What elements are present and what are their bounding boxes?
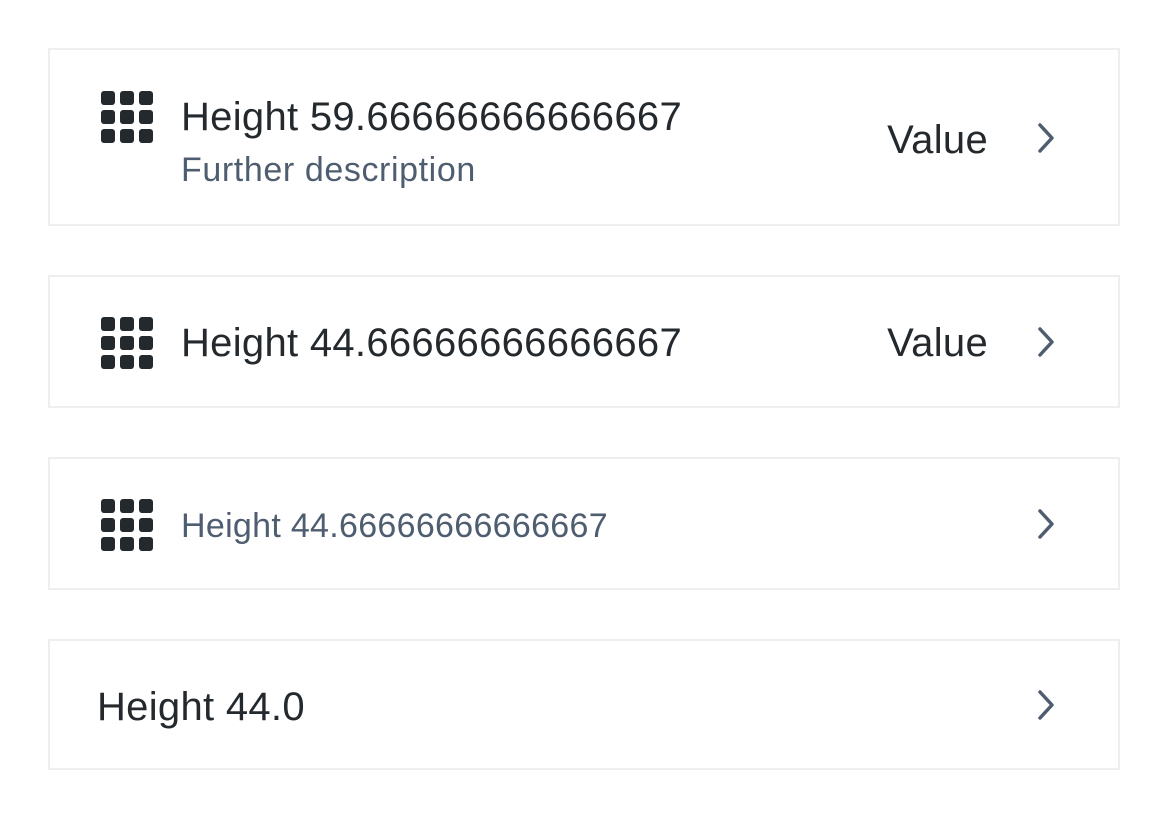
list-item[interactable]: Height 59.66666666666667 Further descrip… <box>48 48 1120 226</box>
grid-icon <box>101 317 153 369</box>
list-item-value: Value <box>887 321 988 365</box>
chevron-right-icon <box>1036 689 1056 721</box>
list-item-title: Height 44.0 <box>97 685 305 729</box>
list-item[interactable]: Height 44.66666666666667 <box>48 457 1120 590</box>
list-item-title: Height 59.66666666666667 <box>181 95 682 139</box>
chevron-right-icon <box>1036 326 1056 358</box>
grid-icon <box>101 91 153 143</box>
list-item-title: Height 44.66666666666667 <box>181 507 608 545</box>
list-item-subtitle: Further description <box>181 151 476 189</box>
chevron-right-icon <box>1036 508 1056 540</box>
list-item[interactable]: Height 44.0 <box>48 639 1120 770</box>
chevron-right-icon <box>1036 122 1056 154</box>
list-item-title: Height 44.66666666666667 <box>181 321 682 365</box>
list-item[interactable]: Height 44.66666666666667 Value <box>48 275 1120 408</box>
grid-icon <box>101 499 153 551</box>
list-item-value: Value <box>887 118 988 162</box>
